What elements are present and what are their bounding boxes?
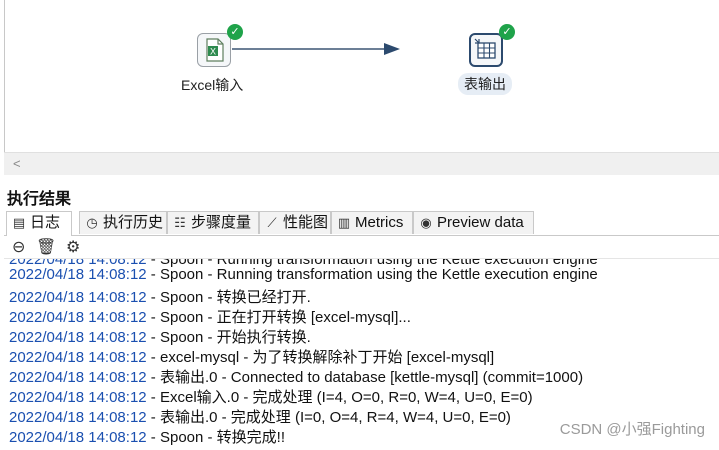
- canvas-horizontal-scrollbar[interactable]: <: [4, 152, 719, 175]
- log-timestamp: 2022/04/18 14:08:12: [9, 389, 147, 406]
- tab-history[interactable]: ◷ 执行历史: [79, 211, 167, 234]
- log-toolbar: ⊖ 🗑 ⚙: [4, 236, 719, 258]
- log-timestamp: 2022/04/18 14:08:12: [9, 429, 147, 446]
- log-line: 2022/04/18 14:08:12 - Spoon - 正在打开转换 [ex…: [9, 306, 411, 327]
- performance-chart-icon: ⟋: [267, 215, 277, 230]
- log-timestamp: 2022/04/18 14:08:12: [9, 309, 147, 326]
- scroll-left-arrow-icon[interactable]: <: [13, 156, 21, 171]
- step-table-output[interactable]: [469, 33, 503, 67]
- log-line: 2022/04/18 14:08:12 - excel-mysql - 为了转换…: [9, 346, 494, 367]
- tab-label: Metrics: [355, 214, 404, 231]
- log-line: 2022/04/18 14:08:12 - Spoon - 转换完成!!: [9, 426, 285, 447]
- hop-arrow[interactable]: [0, 0, 719, 152]
- log-line: 2022/04/18 14:08:12 - Excel输入.0 - 完成处理 (…: [9, 386, 533, 407]
- tab-preview-data[interactable]: ◉ Preview data: [413, 211, 534, 234]
- tab-label: 性能图: [283, 214, 329, 231]
- transformation-canvas[interactable]: X ✓ Excel输入 ✓ 表输出: [0, 0, 719, 152]
- log-timestamp: 2022/04/18 14:08:12: [9, 329, 147, 346]
- stop-log-icon[interactable]: ⊖: [12, 237, 25, 257]
- tab-step-metrics[interactable]: ☷ 步骤度量: [167, 211, 259, 234]
- log-icon: ▤: [12, 215, 26, 230]
- log-message: - Spoon - 开始执行转换.: [146, 329, 311, 346]
- log-line: 2022/04/18 14:08:12 - Spoon - Running tr…: [9, 266, 598, 283]
- step-excel-input[interactable]: X: [197, 33, 231, 67]
- log-timestamp: 2022/04/18 14:08:12: [9, 266, 147, 283]
- log-line: 2022/04/18 14:08:12 - Spoon - 转换已经打开.: [9, 286, 311, 307]
- clear-log-icon[interactable]: 🗑: [36, 237, 56, 257]
- log-message: - 表输出.0 - 完成处理 (I=0, O=4, R=4, W=4, U=0,…: [146, 409, 511, 426]
- results-tab-bar: ▤ 日志 ◷ 执行历史 ☷ 步骤度量 ⟋ 性能图 ▥ Metrics ◉ Preview d…: [4, 209, 719, 236]
- results-panel-title: 执行结果: [7, 191, 72, 208]
- log-message: - Spoon - Running transformation using t…: [146, 266, 598, 283]
- tab-label: 日志: [30, 214, 61, 231]
- log-timestamp: 2022/04/18 14:08:12: [9, 289, 147, 306]
- table-output-icon: [474, 38, 496, 59]
- log-message: - 表输出.0 - Connected to database [kettle-…: [146, 369, 584, 386]
- log-message: - Excel输入.0 - 完成处理 (I=4, O=0, R=0, W=4, …: [146, 389, 533, 406]
- tab-label: 执行历史: [103, 214, 164, 231]
- step-label-table-output: 表输出: [458, 73, 512, 95]
- log-line: 2022/04/18 14:08:12 - Spoon - 开始执行转换.: [9, 326, 311, 347]
- log-message: - Spoon - 正在打开转换 [excel-mysql]...: [146, 309, 411, 326]
- step-label-excel-input: Excel输入: [181, 77, 244, 93]
- log-timestamp: 2022/04/18 14:08:12: [9, 409, 147, 426]
- log-message: - excel-mysql - 为了转换解除补丁开始 [excel-mysql]: [146, 349, 495, 366]
- success-check-icon: ✓: [227, 24, 243, 40]
- tab-performance-chart[interactable]: ⟋ 性能图: [259, 211, 331, 234]
- settings-gear-icon[interactable]: ⚙: [66, 237, 80, 257]
- tab-label: Preview data: [437, 214, 524, 231]
- success-check-icon: ✓: [499, 24, 515, 40]
- preview-eye-icon: ◉: [420, 215, 432, 230]
- history-icon: ◷: [86, 215, 98, 230]
- metrics-icon: ▥: [337, 215, 351, 230]
- log-line: 2022/04/18 14:08:12 - 表输出.0 - 完成处理 (I=0,…: [9, 406, 511, 427]
- tab-label: 步骤度量: [191, 214, 252, 231]
- log-message: - Spoon - 转换完成!!: [146, 429, 286, 446]
- log-line: 2022/04/18 14:08:12 - 表输出.0 - Connected …: [9, 366, 583, 387]
- log-timestamp: 2022/04/18 14:08:12: [9, 369, 147, 386]
- log-message: - Spoon - 转换已经打开.: [146, 289, 311, 306]
- step-metrics-icon: ☷: [174, 215, 186, 230]
- tab-log[interactable]: ▤ 日志: [6, 211, 72, 236]
- log-timestamp: 2022/04/18 14:08:12: [9, 349, 147, 366]
- tab-metrics[interactable]: ▥ Metrics: [331, 211, 413, 234]
- svg-text:X: X: [210, 47, 216, 57]
- excel-input-icon: X: [206, 38, 224, 62]
- watermark: CSDN @小强Fighting: [559, 421, 705, 438]
